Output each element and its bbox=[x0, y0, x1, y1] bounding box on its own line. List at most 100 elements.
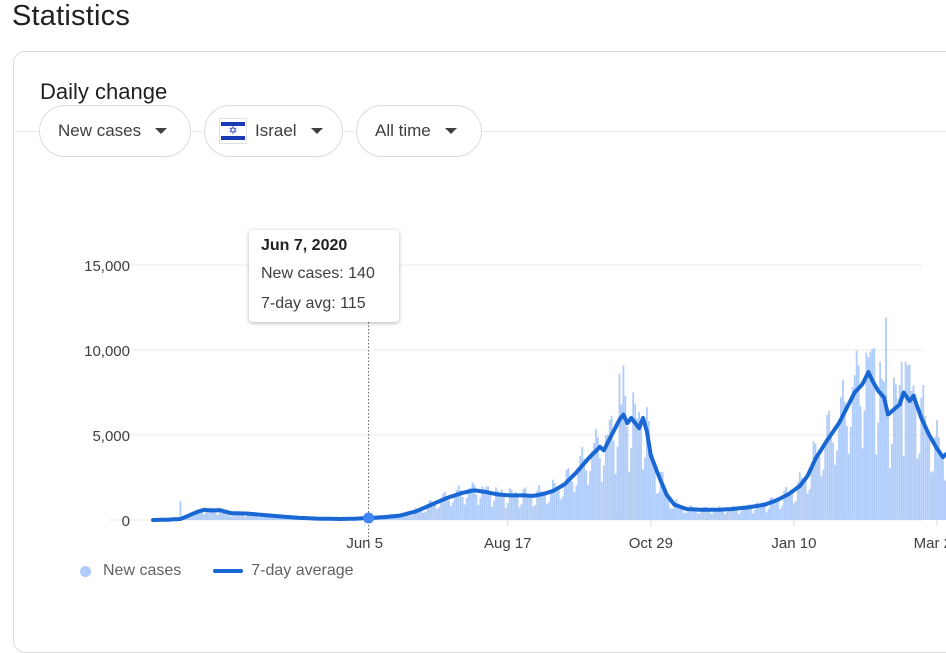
bar-new-cases bbox=[630, 448, 632, 520]
bar-new-cases bbox=[711, 514, 713, 520]
bar-new-cases bbox=[936, 420, 938, 520]
bar-new-cases bbox=[436, 509, 438, 520]
bar-new-cases bbox=[848, 454, 850, 520]
bar-new-cases bbox=[793, 503, 795, 520]
daily-change-chart[interactable]: Jun 5Aug 17Oct 29Jan 10Mar 24 05,00010,0… bbox=[0, 0, 946, 611]
bar-new-cases bbox=[722, 511, 724, 520]
bar-new-cases bbox=[877, 423, 879, 520]
bar-new-cases bbox=[807, 494, 809, 520]
bar-new-cases bbox=[862, 448, 864, 520]
bar-new-cases bbox=[820, 477, 822, 520]
bar-new-cases bbox=[595, 429, 597, 520]
bar-new-cases bbox=[589, 471, 591, 520]
bar-new-cases bbox=[887, 417, 889, 520]
bar-new-cases bbox=[425, 512, 427, 520]
bar-new-cases bbox=[244, 517, 246, 520]
bar-new-cases bbox=[570, 478, 572, 520]
x-tick-label: Oct 29 bbox=[629, 535, 673, 552]
bar-new-cases bbox=[544, 493, 546, 520]
tooltip-date: Jun 7, 2020 bbox=[261, 237, 387, 255]
bar-new-cases bbox=[232, 515, 234, 520]
bar-new-cases bbox=[795, 501, 797, 520]
bar-new-cases bbox=[517, 494, 519, 520]
bar-new-cases bbox=[552, 480, 554, 520]
bar-new-cases bbox=[509, 488, 511, 520]
bar-new-cases bbox=[672, 509, 674, 520]
bar-new-cases bbox=[613, 441, 615, 520]
bar-new-cases bbox=[626, 426, 628, 520]
bar-new-cases bbox=[519, 507, 521, 520]
bar-new-cases bbox=[525, 487, 527, 520]
bar-new-cases bbox=[558, 489, 560, 520]
bar-new-cases bbox=[944, 480, 946, 520]
bar-new-cases bbox=[932, 471, 934, 520]
bar-new-cases bbox=[766, 512, 768, 520]
bar-new-cases bbox=[670, 508, 672, 520]
bar-new-cases bbox=[750, 508, 752, 520]
bar-new-cases bbox=[781, 506, 783, 520]
bar-new-cases bbox=[905, 362, 907, 520]
bar-new-cases bbox=[562, 497, 564, 520]
bar-new-cases bbox=[817, 458, 819, 520]
bar-new-cases bbox=[530, 494, 532, 520]
x-tick-label: Jan 10 bbox=[771, 535, 816, 552]
bar-new-cases bbox=[409, 516, 411, 520]
bar-new-cases bbox=[246, 516, 248, 520]
tooltip-new-cases: New cases: 140 bbox=[261, 264, 387, 284]
bar-new-cases bbox=[476, 495, 478, 520]
bar-new-cases bbox=[493, 501, 495, 520]
bar-new-cases bbox=[875, 455, 877, 520]
bar-new-cases bbox=[832, 443, 834, 520]
bar-new-cases bbox=[603, 465, 605, 520]
bar-new-cases bbox=[907, 365, 909, 520]
bar-new-cases bbox=[440, 500, 442, 520]
bar-new-cases bbox=[564, 483, 566, 520]
bar-new-cases bbox=[231, 517, 233, 520]
y-tick-label: 15,000 bbox=[84, 258, 130, 275]
bar-new-cases bbox=[850, 427, 852, 520]
bar-new-cases bbox=[842, 380, 844, 520]
bar-new-cases bbox=[628, 472, 630, 520]
chart-tooltip: Jun 7, 2020 New cases: 140 7-day avg: 11… bbox=[249, 230, 399, 322]
bar-new-cases bbox=[575, 485, 577, 520]
bar-new-cases bbox=[632, 392, 634, 520]
bar-new-cases bbox=[546, 504, 548, 520]
bar-new-cases bbox=[452, 502, 454, 520]
bar-new-cases bbox=[434, 504, 436, 520]
bar-new-cases bbox=[903, 456, 905, 520]
bar-new-cases bbox=[577, 469, 579, 520]
bar-new-cases bbox=[656, 494, 658, 520]
y-tick-label: 10,000 bbox=[84, 343, 130, 360]
bar-new-cases bbox=[472, 482, 474, 520]
bar-new-cases bbox=[446, 497, 448, 520]
bar-new-cases bbox=[926, 430, 928, 520]
bar-new-cases bbox=[836, 451, 838, 520]
bar-new-cases bbox=[454, 495, 456, 520]
bar-new-cases bbox=[856, 351, 858, 520]
bar-new-cases bbox=[738, 514, 740, 520]
bar-new-cases bbox=[585, 470, 587, 520]
bar-new-cases bbox=[479, 498, 481, 520]
bar-new-cases bbox=[740, 511, 742, 520]
bar-new-cases bbox=[724, 514, 726, 520]
bar-new-cases bbox=[572, 481, 574, 520]
bar-new-cases bbox=[568, 468, 570, 520]
y-tick-label: 5,000 bbox=[92, 428, 130, 445]
bar-new-cases bbox=[432, 504, 434, 520]
bar-new-cases bbox=[768, 509, 770, 520]
bar-new-cases bbox=[891, 444, 893, 520]
bar-new-cases bbox=[846, 426, 848, 520]
bar-new-cases bbox=[258, 517, 260, 520]
bar-new-cases bbox=[789, 492, 791, 520]
bar-new-cases bbox=[826, 415, 828, 520]
bar-new-cases bbox=[864, 411, 866, 520]
bar-new-cases bbox=[617, 447, 619, 520]
bar-new-cases bbox=[528, 494, 530, 520]
bar-new-cases bbox=[599, 458, 601, 520]
bar-new-cases bbox=[462, 497, 464, 520]
bar-new-cases bbox=[574, 492, 576, 520]
bar-new-cases bbox=[893, 378, 895, 520]
bar-new-cases bbox=[272, 518, 274, 520]
bar-new-cases bbox=[889, 468, 891, 520]
bar-new-cases bbox=[915, 394, 917, 520]
